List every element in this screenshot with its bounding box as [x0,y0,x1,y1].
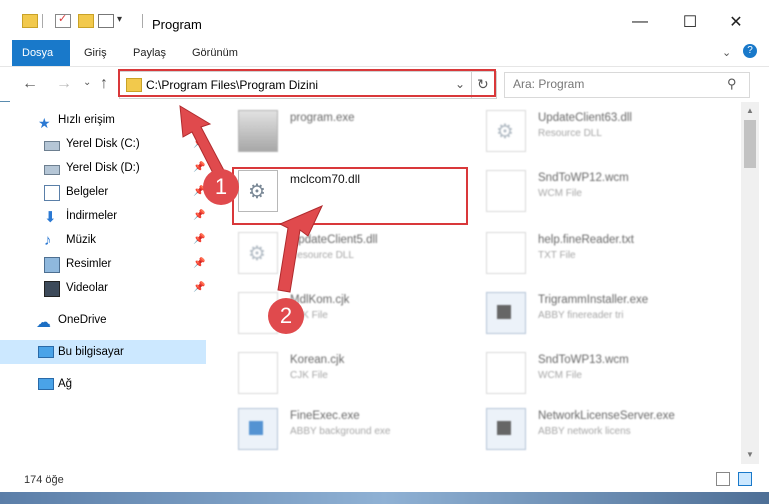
large-icons-view-icon[interactable] [738,472,752,486]
arrow-2 [277,205,324,293]
details-view-icon[interactable] [716,472,730,486]
step-2-badge: 2 [268,298,304,334]
annotation-arrows [179,105,324,293]
step-1-badge: 1 [203,169,239,205]
item-count: 174 öğe [24,474,64,486]
desktop-background [0,492,769,504]
